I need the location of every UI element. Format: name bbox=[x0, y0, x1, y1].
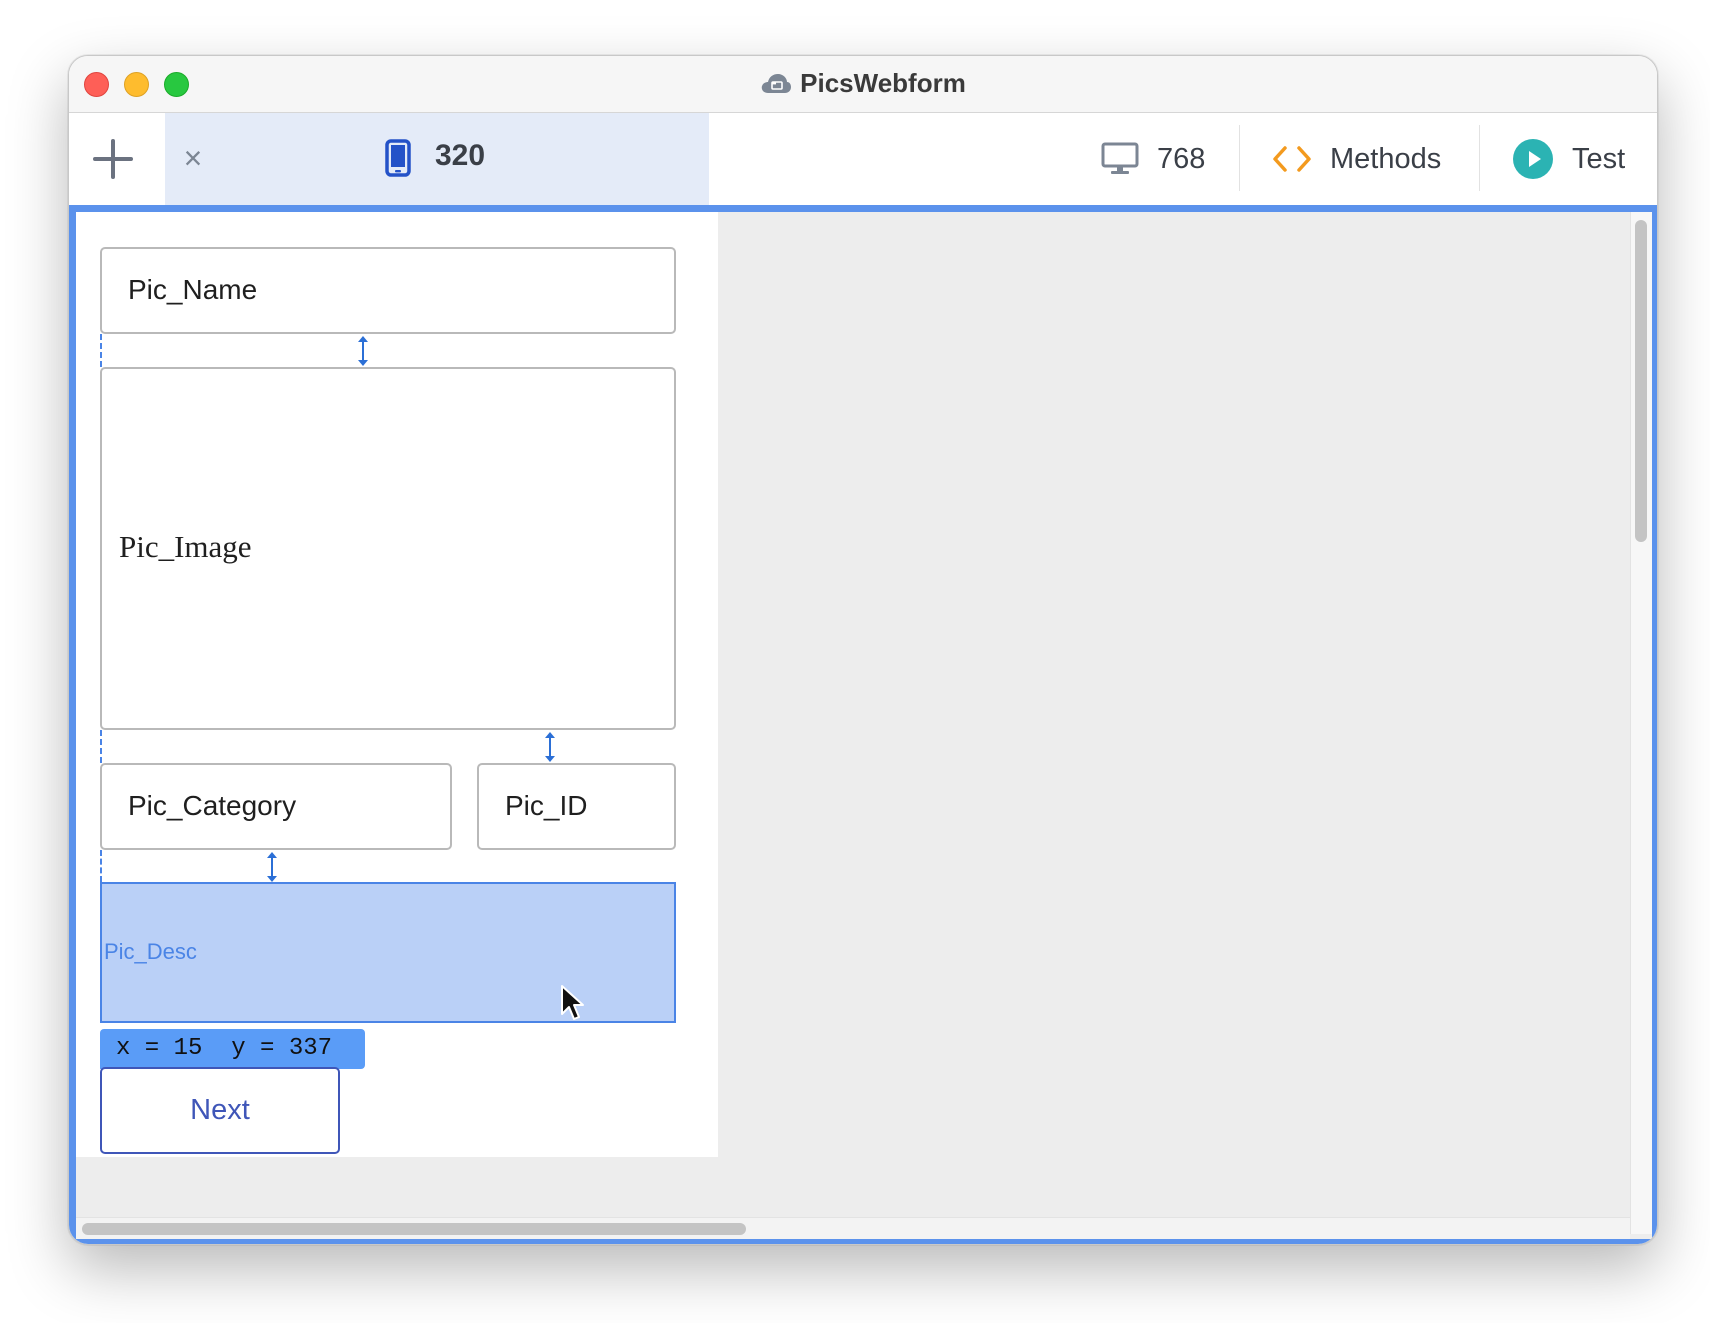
pic-image-field[interactable]: Pic_Image bbox=[100, 367, 676, 730]
vertical-scrollbar-thumb[interactable] bbox=[1635, 220, 1647, 542]
horizontal-scrollbar[interactable] bbox=[76, 1217, 1630, 1239]
vertical-scrollbar[interactable] bbox=[1630, 212, 1652, 1234]
code-brackets-icon bbox=[1272, 144, 1312, 174]
position-tooltip: x = 15 y = 337 bbox=[100, 1029, 365, 1069]
alignment-guide bbox=[100, 334, 102, 367]
pic-desc-field-selected[interactable]: Pic_Desc bbox=[100, 882, 676, 1023]
next-button[interactable]: Next bbox=[100, 1067, 340, 1154]
phone-icon bbox=[385, 139, 411, 182]
pic-image-label: Pic_Image bbox=[119, 529, 252, 564]
pic-name-label: Pic_Name bbox=[128, 274, 258, 305]
tab-320[interactable]: × 320 bbox=[165, 113, 709, 205]
title-bar: PicsWebform bbox=[69, 56, 1657, 113]
pic-name-field[interactable]: Pic_Name bbox=[100, 247, 676, 334]
form-page-area: Pic_Name Pic_Image Pic_Category Pic_ID P… bbox=[76, 212, 718, 1157]
toolbar-divider bbox=[1239, 125, 1240, 191]
plus-icon[interactable] bbox=[89, 135, 137, 183]
mouse-pointer-icon bbox=[560, 984, 586, 1027]
toolbar: × 320 768 Methods Test bbox=[69, 113, 1657, 205]
app-window: PicsWebform × 320 768 Methods Test Pic_N… bbox=[68, 55, 1658, 1245]
play-icon bbox=[1512, 138, 1554, 180]
pic-id-label: Pic_ID bbox=[505, 790, 588, 821]
methods-button[interactable]: Methods bbox=[1272, 113, 1441, 205]
close-icon[interactable]: × bbox=[178, 142, 208, 174]
pic-category-field[interactable]: Pic_Category bbox=[100, 763, 452, 850]
window-title-area: PicsWebform bbox=[69, 68, 1657, 102]
monitor-icon bbox=[1101, 142, 1139, 176]
test-label: Test bbox=[1572, 142, 1626, 175]
tab-320-label: 320 bbox=[435, 139, 486, 172]
cloud-icon bbox=[760, 71, 792, 102]
alignment-guide bbox=[100, 730, 102, 763]
tab-768-label: 768 bbox=[1157, 142, 1206, 175]
pic-id-field[interactable]: Pic_ID bbox=[477, 763, 676, 850]
tab-768[interactable]: 768 bbox=[1101, 113, 1205, 205]
toolbar-divider bbox=[1479, 125, 1480, 191]
pic-category-label: Pic_Category bbox=[128, 790, 297, 821]
pic-desc-label: Pic_Desc bbox=[104, 939, 197, 964]
design-canvas[interactable]: Pic_Name Pic_Image Pic_Category Pic_ID P… bbox=[69, 205, 1657, 1244]
alignment-guide bbox=[100, 850, 102, 882]
horizontal-scrollbar-thumb[interactable] bbox=[82, 1223, 746, 1235]
window-title: PicsWebform bbox=[800, 68, 966, 98]
test-button[interactable]: Test bbox=[1512, 113, 1625, 205]
methods-label: Methods bbox=[1330, 142, 1442, 175]
